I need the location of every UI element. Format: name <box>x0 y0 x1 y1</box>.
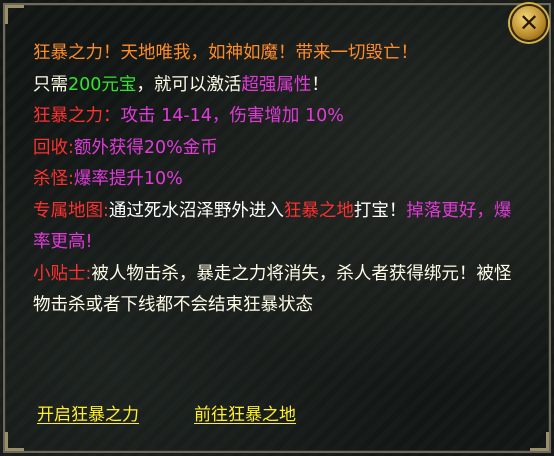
close-icon: ✕ <box>518 9 540 37</box>
dialog-content: 狂暴之力！天地唯我，如神如魔！带来一切毁亡！ 只需200元宝，就可以激活超强属性… <box>33 38 523 322</box>
recycle-label: 回收: <box>33 137 74 158</box>
kill-line: 杀怪:爆率提升10% <box>33 164 523 196</box>
recycle-value: 额外获得20%金币 <box>73 137 218 158</box>
tip-text: 被人物击杀，暴走之力将消失，杀人者获得绑元！被怪物击杀或者下线都不会结束狂暴状态 <box>33 263 512 316</box>
tip-label: 小贴士: <box>33 263 92 284</box>
title-line: 狂暴之力！天地唯我，如神如魔！带来一切毁亡！ <box>33 43 418 63</box>
berserk-info-dialog: ✕ 狂暴之力！天地唯我，如神如魔！带来一切毁亡！ 只需200元宝，就可以激活超强… <box>0 0 554 456</box>
frame-corner <box>5 5 24 24</box>
attr-label: 狂暴之力： <box>33 106 121 126</box>
frame-corner <box>530 432 549 451</box>
activate-berserk-link[interactable]: 开启狂暴之力 <box>37 400 139 425</box>
close-button[interactable]: ✕ <box>510 4 548 42</box>
activate-suffix: ！ <box>311 74 329 95</box>
recycle-line: 回收:额外获得20%金币 <box>33 133 523 165</box>
attr-value: 攻击 14-14，伤害增加 10% <box>120 106 344 126</box>
kill-label: 杀怪: <box>33 169 74 189</box>
map-text2: 打宝！ <box>353 200 407 221</box>
map-label: 专属地图: <box>33 200 109 221</box>
activate-amount: 200元宝 <box>68 74 137 95</box>
activate-prefix: 只需 <box>33 74 68 95</box>
kill-value: 爆率提升10% <box>73 169 183 189</box>
map-line: 专属地图:通过死水沼泽野外进入狂暴之地打宝！掉落更好，爆率更高! <box>33 196 523 259</box>
activate-line: 只需200元宝，就可以激活超强属性！ <box>33 70 523 102</box>
attr-line: 狂暴之力：攻击 14-14，伤害增加 10% <box>33 101 523 133</box>
activate-highlight: 超强属性 <box>241 74 312 95</box>
frame-corner <box>5 432 24 451</box>
tip-line: 小贴士:被人物击杀，暴走之力将消失，杀人者获得绑元！被怪物击杀或者下线都不会结束… <box>33 259 523 322</box>
map-place: 狂暴之地 <box>283 200 354 221</box>
goto-berserk-land-link[interactable]: 前往狂暴之地 <box>194 400 296 425</box>
activate-middle: ，就可以激活 <box>136 74 242 95</box>
map-text1: 通过死水沼泽野外进入 <box>108 200 284 221</box>
